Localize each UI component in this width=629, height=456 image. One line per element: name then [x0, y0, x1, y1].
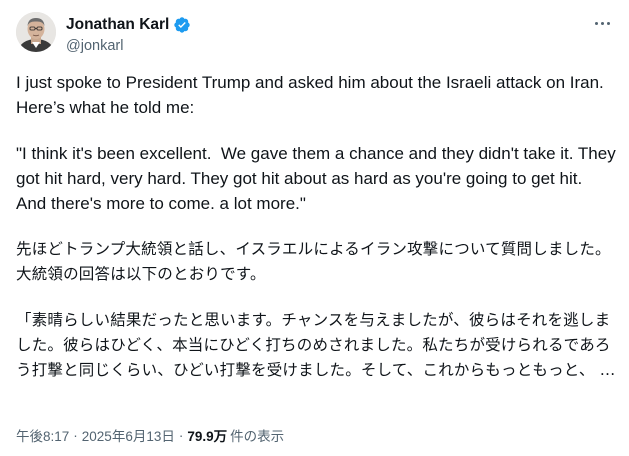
more-horizontal-icon[interactable] — [591, 14, 613, 32]
views-count[interactable]: 79.9万 — [187, 425, 227, 445]
more-dot — [594, 21, 598, 25]
tweet-date[interactable]: 2025年6月13日 — [82, 425, 175, 445]
tweet-header: Jonathan Karl @jonkarl — [16, 12, 613, 60]
meta-separator: · — [178, 427, 184, 443]
author-display-name[interactable]: Jonathan Karl — [66, 16, 169, 34]
avatar[interactable] — [16, 12, 56, 52]
tweet-paragraph: I just spoke to President Trump and aske… — [16, 73, 609, 117]
tweet-meta: 午後8:17 · 2025年6月13日 · 79.9万 件の表示 — [16, 425, 284, 445]
tweet-paragraph: "I think it's been excellent. We gave th… — [16, 144, 621, 213]
tweet: Jonathan Karl @jonkarl I just spoke to P… — [0, 0, 629, 456]
views-label: 件の表示 — [230, 429, 285, 444]
meta-separator: · — [73, 427, 78, 443]
verified-badge-icon[interactable] — [173, 16, 191, 34]
tweet-text: I just spoke to President Trump and aske… — [16, 70, 616, 404]
avatar-image — [16, 12, 56, 52]
display-name-row: Jonathan Karl — [66, 15, 191, 35]
author-names: Jonathan Karl @jonkarl — [66, 15, 191, 54]
more-dot — [600, 21, 604, 25]
more-dot — [606, 21, 610, 25]
tweet-time[interactable]: 午後8:17 — [16, 425, 69, 445]
tweet-paragraph: 先ほどトランプ大統領と話し、イスラエルによるイラン攻撃について質問しました。大統… — [16, 240, 611, 283]
author-handle[interactable]: @jonkarl — [66, 38, 191, 54]
tweet-paragraph: 「素晴らしい結果だったと思います。チャンスを与えましたが、彼らはそれを逃しました… — [16, 311, 616, 379]
